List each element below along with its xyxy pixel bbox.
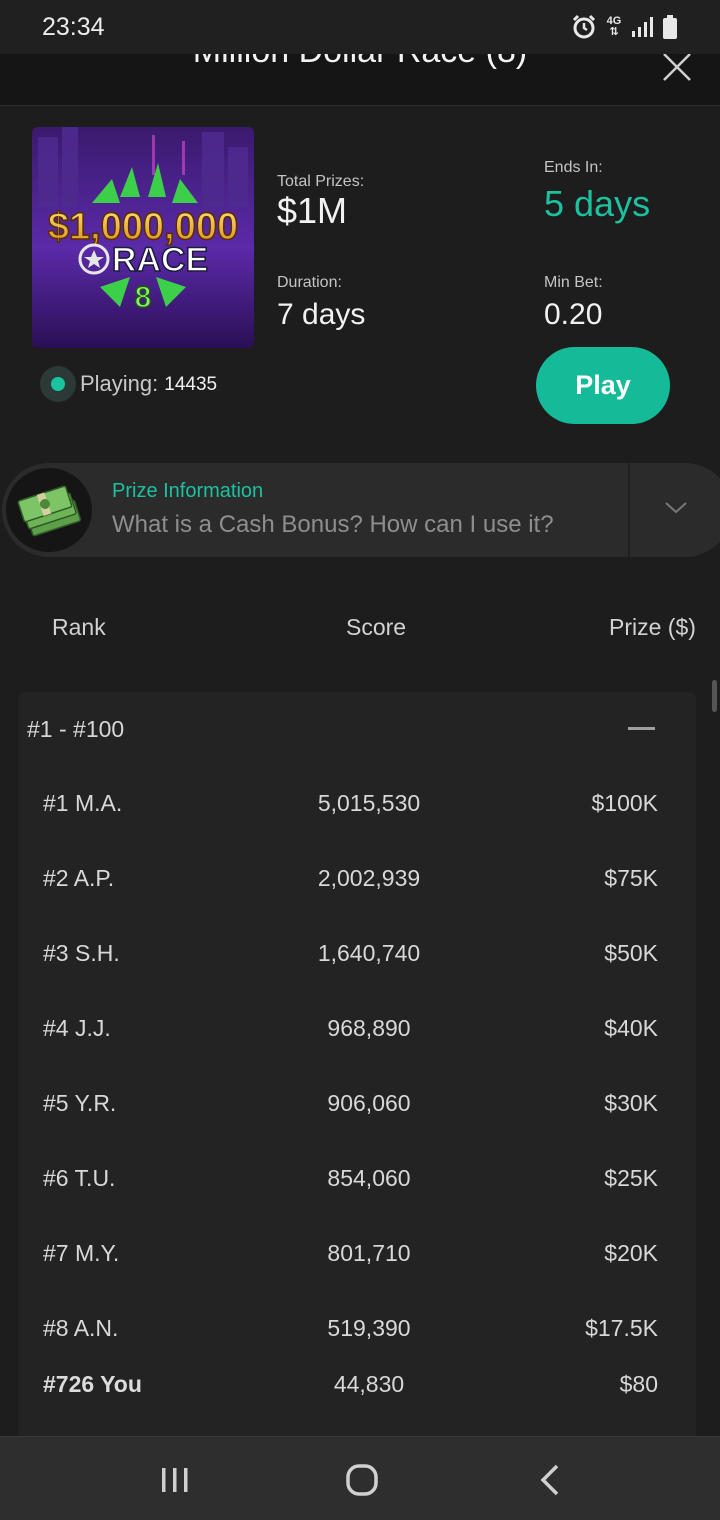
chevron-down-icon[interactable]	[664, 501, 688, 515]
table-row: #7 M.Y. 801,710 $20K	[18, 1240, 696, 1280]
row-score: 5,015,530	[317, 790, 421, 816]
header: Million Dollar Race (8)	[0, 54, 720, 106]
network-type: 4G	[606, 15, 622, 27]
duration-label: Duration:	[277, 274, 342, 291]
row-score: 44,830	[333, 1371, 405, 1397]
row-rank: #1 M.A.	[43, 790, 123, 816]
row-rank: #8 A.N.	[43, 1315, 119, 1341]
row-score: 906,060	[327, 1090, 411, 1116]
row-prize: $25K	[604, 1165, 658, 1191]
cash-stack-icon	[6, 468, 92, 552]
row-prize: $75K	[604, 865, 658, 891]
row-rank: #3 S.H.	[43, 940, 120, 966]
table-row: #8 A.N. 519,390 $17.5K	[18, 1315, 696, 1355]
race-artwork-label: RACE	[112, 241, 208, 279]
scrollbar[interactable]	[712, 680, 717, 712]
prize-info-subtitle: What is a Cash Bonus? How can I use it?	[112, 511, 554, 538]
ends-in-label: Ends In:	[544, 159, 603, 176]
row-rank: #6 T.U.	[43, 1165, 116, 1191]
status-bar: 23:34 4G ⇅	[0, 0, 720, 54]
rank-group-label: #1 - #100	[27, 716, 125, 742]
home-icon[interactable]	[337, 1455, 387, 1505]
close-icon[interactable]	[660, 54, 694, 84]
column-header-rank: Rank	[52, 614, 106, 640]
table-row: #2 A.P. 2,002,939 $75K	[18, 865, 696, 905]
network-type-label: 4G ⇅	[606, 15, 622, 38]
live-dot-icon	[40, 366, 76, 402]
row-score: 968,890	[327, 1015, 411, 1041]
table-row: #1 M.A. 5,015,530 $100K	[18, 790, 696, 830]
duration-value: 7 days	[277, 298, 366, 331]
row-rank: #4 J.J.	[43, 1015, 111, 1041]
screen: 23:34 4G⇅ Million Dollar Race (	[0, 0, 720, 1520]
row-prize: $17.5K	[585, 1315, 658, 1341]
playing-label: Playing:	[80, 371, 159, 396]
row-prize: $30K	[604, 1090, 658, 1116]
total-prizes-label: Total Prizes:	[277, 173, 365, 190]
status-icons: 4G ⇅	[571, 14, 678, 40]
row-score: 1,640,740	[317, 940, 421, 966]
prize-information-banner[interactable]: Prize Information What is a Cash Bonus? …	[2, 463, 720, 557]
status-time: 23:34	[42, 12, 105, 41]
race-artwork: $1,000,000 RACE 8	[32, 127, 254, 348]
collapse-icon[interactable]	[628, 727, 655, 730]
recent-apps-icon[interactable]	[150, 1455, 200, 1505]
page-title: Million Dollar Race (8)	[0, 54, 720, 71]
row-prize: $20K	[604, 1240, 658, 1266]
row-rank: #7 M.Y.	[43, 1240, 120, 1266]
row-prize: $80	[619, 1371, 658, 1397]
table-row: #4 J.J. 968,890 $40K	[18, 1015, 696, 1055]
total-prizes-value: $1M	[277, 190, 348, 231]
table-row: #3 S.H. 1,640,740 $50K	[18, 940, 696, 980]
prize-info-divider	[628, 463, 630, 557]
row-prize: $100K	[591, 790, 658, 816]
row-rank: #5 Y.R.	[43, 1090, 117, 1116]
column-header-score: Score	[346, 614, 407, 640]
prize-info-title: Prize Information	[112, 480, 264, 502]
leaderboard: #1 - #100 #1 M.A. 5,015,530 $100K #2 A.P…	[18, 692, 696, 1452]
alarm-icon	[572, 14, 596, 39]
battery-icon	[663, 15, 677, 39]
playing-count: 14435	[164, 374, 218, 395]
row-score: 854,060	[327, 1165, 411, 1191]
back-icon[interactable]	[525, 1455, 575, 1505]
row-score: 519,390	[327, 1315, 411, 1341]
row-score: 2,002,939	[317, 865, 421, 891]
row-rank: #726 You	[43, 1371, 142, 1397]
row-rank: #2 A.P.	[43, 865, 115, 891]
system-nav-bar	[0, 1436, 720, 1520]
column-header-prize: Prize ($)	[609, 614, 696, 640]
row-score: 801,710	[327, 1240, 411, 1266]
row-prize: $40K	[604, 1015, 658, 1041]
min-bet-value: 0.20	[544, 298, 603, 331]
min-bet-label: Min Bet:	[544, 274, 603, 291]
race-thumbnail: $1,000,000 RACE 8	[32, 127, 254, 348]
row-prize: $50K	[604, 940, 658, 966]
table-row: #6 T.U. 854,060 $25K	[18, 1165, 696, 1205]
playing-indicator: Playing: 14435	[40, 366, 217, 402]
ends-in-value: 5 days	[544, 183, 651, 224]
table-row: #5 Y.R. 906,060 $30K	[18, 1090, 696, 1130]
play-button[interactable]: Play	[536, 347, 670, 424]
signal-icon	[632, 17, 653, 37]
race-artwork-number: 8	[135, 281, 152, 314]
your-rank-row: #726 You 44,830 $80	[18, 1371, 696, 1411]
